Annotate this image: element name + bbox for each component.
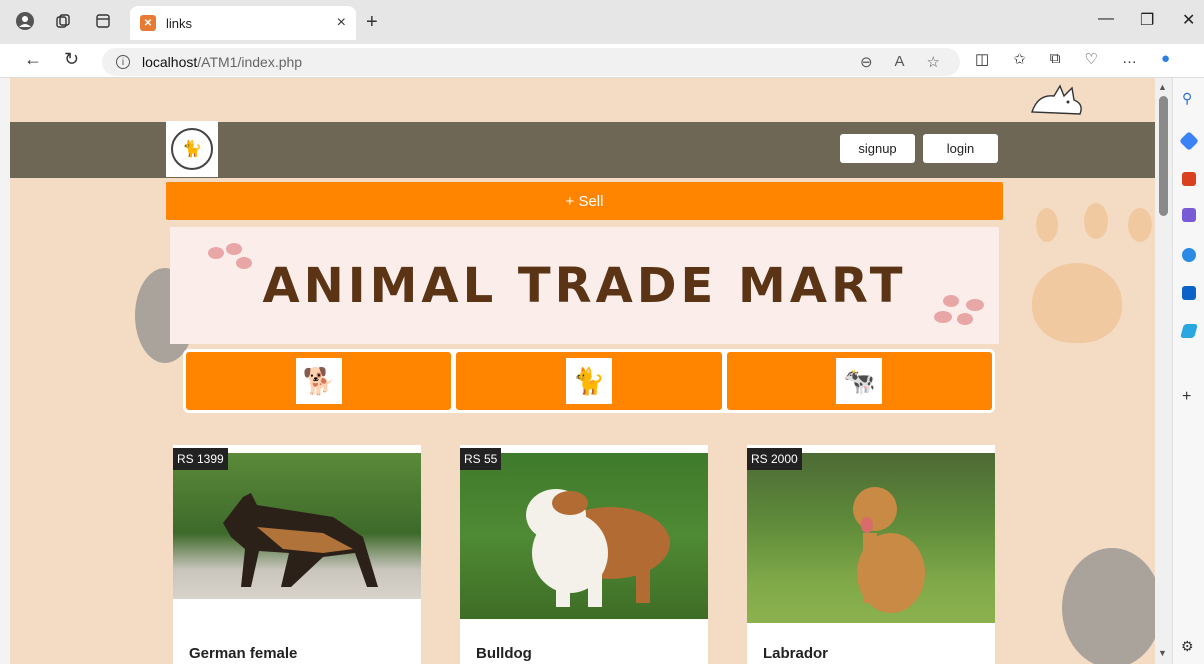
back-arrow-icon[interactable]: ← [24, 49, 42, 70]
url-path: /ATM1/index.php [197, 54, 303, 70]
listing-title[interactable]: Labrador [763, 645, 828, 662]
dog-icon: 🐕 [295, 358, 342, 404]
scroll-thumb[interactable] [1159, 96, 1168, 216]
tab-close-icon[interactable]: × [337, 14, 346, 32]
listing-title[interactable]: German female [189, 645, 297, 662]
url-host: localhost [142, 54, 198, 70]
german-shepherd-photo [173, 453, 421, 599]
tools-icon[interactable] [1182, 172, 1196, 186]
refresh-icon[interactable]: ↻ [64, 49, 79, 70]
shopping-icon[interactable] [1179, 131, 1199, 151]
tab-title: links [166, 15, 193, 31]
price-badge: RS 2000 [747, 448, 802, 470]
bulldog-photo [460, 453, 708, 619]
new-tab-button[interactable]: + [366, 11, 378, 34]
scroll-up-arrow-icon[interactable]: ▲ [1158, 82, 1167, 92]
login-button[interactable]: login [923, 134, 998, 163]
paw-toe-icon [1036, 208, 1058, 242]
edge-sidebar: ⚲ + ⚙ [1172, 78, 1204, 664]
cat-doodle-icon [1028, 82, 1088, 125]
minimize-button[interactable]: — [1098, 10, 1114, 28]
cow-icon: 🐄 [836, 358, 883, 404]
copilot-icon[interactable]: ● [1161, 50, 1170, 68]
favorite-star-icon[interactable]: ☆ [927, 53, 940, 71]
cat-icon: 🐈 [565, 358, 612, 404]
labrador-photo [747, 453, 995, 623]
category-dog[interactable]: 🐕 [186, 352, 452, 410]
page-viewport: 🐈 signup login + Sell ANIMAL TRADE MART … [10, 78, 1155, 664]
listing-title[interactable]: Bulldog [476, 645, 532, 662]
category-cow[interactable]: 🐄 [726, 352, 992, 410]
send-icon[interactable] [1180, 324, 1198, 338]
tab-links[interactable]: ✕ links × [130, 6, 356, 40]
logo-badge-icon: 🐈 [171, 128, 213, 170]
grey-paw-decoration-icon [1092, 568, 1152, 628]
more-icon[interactable]: … [1122, 50, 1137, 68]
browser-tab-bar: ✕ links × + — ❐ ✕ [0, 0, 1204, 44]
workspaces-icon[interactable] [52, 10, 74, 32]
close-window-button[interactable]: ✕ [1182, 10, 1195, 30]
collections-icon[interactable]: ⧉ [1050, 50, 1061, 68]
favorites-icon[interactable]: ✩ [1013, 50, 1026, 68]
listing-card[interactable]: RS 55 Bulldog [460, 445, 708, 664]
paw-decoration-icon [1032, 263, 1122, 343]
listing-card[interactable]: RS 2000 Labrador [747, 445, 995, 664]
price-badge: RS 1399 [173, 448, 228, 470]
restore-button[interactable]: ❐ [1140, 10, 1154, 30]
profile-icon[interactable] [14, 10, 36, 32]
games-icon[interactable] [1182, 208, 1196, 222]
browser-essentials-icon[interactable]: ♡ [1084, 50, 1097, 68]
site-info-icon[interactable]: i [116, 55, 130, 69]
tab-actions-icon[interactable] [92, 10, 114, 32]
page-scrollbar[interactable]: ▲ ▼ [1155, 78, 1172, 664]
price-badge: RS 55 [460, 448, 502, 470]
settings-icon[interactable]: ⚙ [1181, 638, 1194, 655]
zoom-icon[interactable]: ⊖ [860, 53, 873, 71]
add-icon[interactable]: + [1182, 388, 1191, 406]
search-icon[interactable]: ⚲ [1182, 90, 1192, 107]
xampp-favicon-icon: ✕ [140, 15, 156, 31]
sell-button[interactable]: + Sell [166, 182, 1003, 220]
pink-paw-icon [931, 293, 991, 332]
pink-paw-icon [204, 243, 254, 276]
microsoft365-icon[interactable] [1182, 248, 1196, 262]
category-strip: 🐕 🐈 🐄 [183, 349, 995, 413]
site-logo[interactable]: 🐈 [166, 121, 218, 177]
outlook-icon[interactable] [1182, 286, 1196, 300]
hero-banner: ANIMAL TRADE MART [170, 227, 999, 344]
paw-toe-icon [1084, 203, 1108, 239]
paw-toe-icon [1128, 208, 1152, 242]
read-aloud-icon[interactable]: A [895, 53, 905, 71]
scroll-down-arrow-icon[interactable]: ▼ [1158, 648, 1167, 658]
category-cat[interactable]: 🐈 [456, 352, 722, 410]
banner-title: ANIMAL TRADE MART [262, 257, 907, 314]
signup-button[interactable]: signup [840, 134, 915, 163]
split-screen-icon[interactable]: ◫ [975, 50, 989, 68]
browser-toolbar: ◫ ✩ ⧉ ♡ … ● [975, 50, 1170, 68]
url-field[interactable]: i localhost /ATM1/index.php ⊖ A ☆ [102, 48, 960, 76]
listing-card[interactable]: RS 1399 German female [173, 445, 421, 664]
